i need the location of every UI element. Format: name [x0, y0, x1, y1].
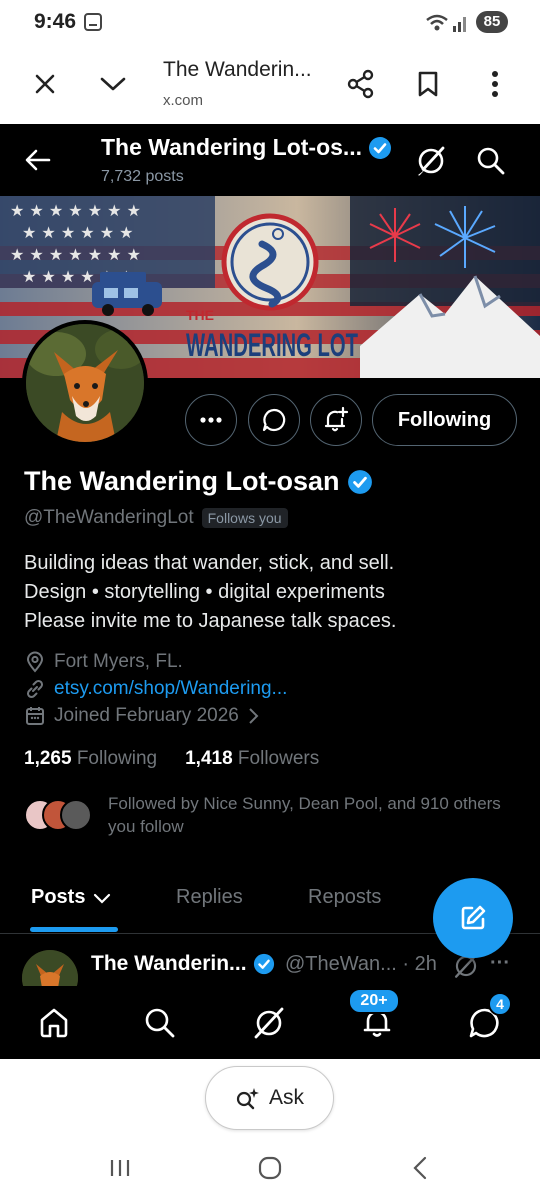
verified-badge-icon [369, 136, 392, 159]
browser-domain: x.com [163, 92, 204, 109]
followers-label: Followers [237, 748, 320, 769]
banner-text-small: THE [186, 307, 214, 323]
ask-button[interactable]: Ask [205, 1066, 334, 1130]
compose-icon [461, 905, 486, 930]
bio-line: Design • storytelling • digital experime… [24, 581, 385, 603]
bio-line: Please invite me to Japanese talk spaces… [24, 610, 397, 632]
nav-messages[interactable]: 4 [466, 992, 512, 1042]
message-icon [262, 408, 286, 432]
active-tab-indicator [30, 927, 118, 932]
profile-location: Fort Myers, FL. [24, 651, 183, 673]
header-name-text: The Wandering Lot-os... [101, 134, 363, 160]
followers-count-link[interactable]: 1,418 Followers [185, 748, 319, 770]
post-author-name[interactable]: The Wanderin... [91, 952, 275, 976]
notification-bell-plus-icon [324, 406, 349, 432]
status-bar: 9:46 85 [0, 0, 540, 44]
notifications-subscribe-button[interactable] [310, 394, 362, 446]
profile-bio: Building ideas that wander, stick, and s… [24, 549, 396, 636]
more-vertical-icon[interactable] [475, 64, 515, 104]
bio-line: Building ideas that wander, stick, and s… [24, 552, 395, 574]
nav-grok[interactable] [250, 1004, 288, 1042]
wifi-signal-icon [426, 14, 466, 32]
ask-label: Ask [268, 1086, 304, 1109]
profile-handle: @TheWanderingLot Follows you [24, 507, 288, 529]
tab-replies[interactable]: Replies [176, 886, 243, 909]
browser-toolbar: The Wanderin... x.com [0, 44, 540, 124]
post-handle-time: @TheWan... · 2h [285, 953, 437, 975]
banner-text-large: WANDERING LOT [186, 327, 358, 363]
tab-posts[interactable]: Posts [31, 886, 111, 909]
header-profile-name: The Wandering Lot-os... [101, 134, 392, 161]
nav-home[interactable] [35, 1004, 73, 1042]
followed-by-section[interactable]: Followed by Nice Sunny, Dean Pool, and 9… [24, 792, 508, 838]
compose-button[interactable] [433, 878, 513, 958]
chevron-down-icon[interactable] [93, 64, 133, 104]
following-count: 1,265 [24, 748, 72, 769]
search-icon[interactable] [474, 144, 508, 178]
posts-count: 7,732 posts [101, 168, 184, 185]
follow-counts: 1,265 Following 1,418 Followers [24, 748, 319, 770]
avatar [60, 799, 92, 831]
post-more-button[interactable]: ··· [490, 952, 520, 980]
battery-level: 85 [476, 11, 508, 33]
followed-by-text: Followed by Nice Sunny, Dean Pool, and 9… [108, 794, 501, 836]
joined-text: Joined February 2026 [54, 705, 239, 726]
close-icon[interactable] [25, 64, 65, 104]
tab-label: Posts [31, 886, 86, 908]
svg-text:★ ★ ★ ★ ★ ★ ★: ★ ★ ★ ★ ★ ★ ★ [10, 201, 141, 220]
bookmark-icon[interactable] [408, 64, 448, 104]
profile-display-name: The Wandering Lot-osan [24, 466, 373, 497]
verified-badge-icon[interactable] [347, 469, 373, 495]
location-text: Fort Myers, FL. [54, 651, 183, 672]
mutual-follower-avatars [24, 797, 92, 833]
svg-text:★ ★ ★ ★ ★ ★ ★: ★ ★ ★ ★ ★ ★ ★ [10, 245, 141, 264]
profile-header-bar: The Wandering Lot-os... 7,732 posts [0, 124, 540, 196]
profile-avatar[interactable] [22, 320, 148, 446]
x-profile-page: The Wandering Lot-os... 7,732 posts ★ ★ … [0, 124, 540, 1059]
status-time: 9:46 [34, 10, 77, 33]
gallery-notification-icon [84, 13, 102, 31]
search-icon [145, 1008, 175, 1038]
notifications-badge: 20+ [348, 988, 400, 1014]
website-link[interactable]: etsy.com/shop/Wandering... [54, 678, 287, 700]
svg-text:★ ★ ★ ★ ★ ★: ★ ★ ★ ★ ★ ★ [22, 223, 134, 242]
ask-sparkle-icon [236, 1088, 259, 1110]
profile-joined-date[interactable]: Joined February 2026 [24, 705, 259, 727]
home-button-icon[interactable] [250, 1154, 290, 1182]
share-icon[interactable] [341, 64, 381, 104]
chevron-down-icon [94, 893, 111, 904]
nav-notifications[interactable]: 20+ [348, 988, 400, 1042]
message-button[interactable] [248, 394, 300, 446]
grok-icon[interactable] [414, 144, 448, 178]
system-navigation-bar [0, 1136, 540, 1200]
bottom-navigation: 20+ 4 [0, 986, 540, 1059]
post-author-name-text: The Wanderin... [91, 952, 247, 975]
back-arrow-icon[interactable] [20, 142, 56, 178]
back-button-icon[interactable] [400, 1154, 440, 1182]
followers-count: 1,418 [185, 748, 233, 769]
following-count-link[interactable]: 1,265 Following [24, 748, 157, 770]
post-item[interactable]: The Wanderin... @TheWan... · 2h ··· [0, 950, 540, 1006]
grok-icon [254, 1007, 284, 1039]
profile-website[interactable]: etsy.com/shop/Wandering... [24, 678, 287, 700]
messages-badge: 4 [488, 992, 512, 1016]
following-button[interactable]: Following [372, 394, 517, 446]
more-icon [200, 417, 222, 423]
nav-search[interactable] [141, 1004, 179, 1042]
browser-page-title[interactable]: The Wanderin... [163, 58, 312, 82]
more-options-button[interactable] [185, 394, 237, 446]
calendar-icon [26, 707, 44, 725]
following-label: Following [76, 748, 158, 769]
display-name-text: The Wandering Lot-osan [24, 466, 340, 496]
verified-badge-icon [253, 953, 274, 975]
follows-you-badge: Follows you [201, 508, 288, 528]
handle-text: @TheWanderingLot [24, 507, 194, 528]
link-icon [26, 679, 44, 699]
home-icon [40, 1008, 68, 1038]
location-icon [26, 651, 44, 673]
chevron-right-icon [249, 708, 259, 724]
recent-apps-icon[interactable] [100, 1154, 140, 1182]
tab-reposts[interactable]: Reposts [308, 886, 381, 909]
